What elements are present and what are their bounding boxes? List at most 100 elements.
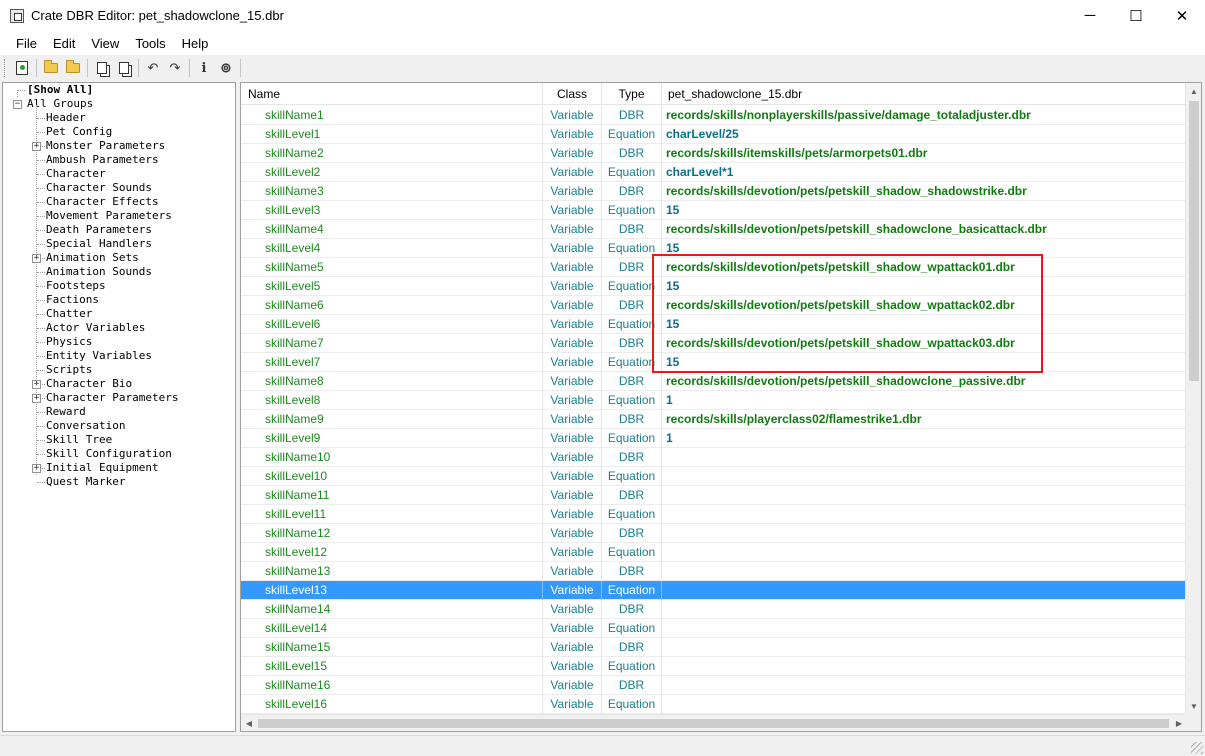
- tree-item[interactable]: Scripts: [46, 363, 92, 377]
- cell-value[interactable]: [662, 524, 1187, 543]
- cell-value[interactable]: records/skills/playerclass02/flamestrike…: [662, 410, 1187, 429]
- cell-value[interactable]: 15: [662, 353, 1187, 372]
- menu-help[interactable]: Help: [174, 33, 217, 54]
- cell-value[interactable]: records/skills/devotion/pets/petskill_sh…: [662, 296, 1187, 315]
- table-row[interactable]: skillLevel16 Variable Equation: [241, 695, 1187, 714]
- table-row[interactable]: skillLevel7 Variable Equation 15: [241, 353, 1187, 372]
- tree-item[interactable]: Character Effects: [46, 195, 159, 209]
- table-row[interactable]: skillLevel10 Variable Equation: [241, 467, 1187, 486]
- table-row[interactable]: skillLevel13 Variable Equation: [241, 581, 1187, 600]
- tree-item[interactable]: Footsteps: [46, 279, 106, 293]
- cell-value[interactable]: [662, 600, 1187, 619]
- table-row[interactable]: skillName9 Variable DBR records/skills/play…: [241, 410, 1187, 429]
- table-row[interactable]: skillLevel3 Variable Equation 15: [241, 201, 1187, 220]
- property-grid[interactable]: Name Class Type pet_shadowclone_15.dbr s…: [240, 82, 1202, 732]
- tree-item[interactable]: Character Sounds: [46, 181, 152, 195]
- scroll-down-icon[interactable]: ▼: [1186, 698, 1201, 715]
- tree-item[interactable]: Character: [46, 167, 106, 181]
- table-row[interactable]: skillLevel12 Variable Equation: [241, 543, 1187, 562]
- cell-value[interactable]: charLevel/25: [662, 125, 1187, 144]
- cell-value[interactable]: [662, 676, 1187, 695]
- cell-value[interactable]: records/skills/itemskills/pets/armorpets…: [662, 144, 1187, 163]
- tree-item[interactable]: Conversation: [46, 419, 125, 433]
- menu-file[interactable]: File: [8, 33, 45, 54]
- table-row[interactable]: skillName4 Variable DBR records/skills/devo…: [241, 220, 1187, 239]
- table-row[interactable]: skillName12 Variable DBR: [241, 524, 1187, 543]
- cell-value[interactable]: 15: [662, 201, 1187, 220]
- cell-value[interactable]: records/skills/devotion/pets/petskill_sh…: [662, 182, 1187, 201]
- tree-item[interactable]: Skill Tree: [46, 433, 112, 447]
- cell-value[interactable]: [662, 467, 1187, 486]
- cell-value[interactable]: [662, 562, 1187, 581]
- info-button[interactable]: i: [193, 58, 215, 78]
- table-row[interactable]: skillName3 Variable DBR records/skills/devo…: [241, 182, 1187, 201]
- tree-item[interactable]: Entity Variables: [46, 349, 152, 363]
- tree-item[interactable]: Quest Marker: [46, 475, 125, 489]
- cell-value[interactable]: records/skills/devotion/pets/petskill_sh…: [662, 220, 1187, 239]
- open-record-button[interactable]: [11, 58, 33, 78]
- size-grip-icon[interactable]: [1191, 742, 1203, 754]
- cell-value[interactable]: [662, 543, 1187, 562]
- cell-value[interactable]: [662, 695, 1187, 714]
- expand-icon[interactable]: +: [32, 142, 41, 151]
- table-row[interactable]: skillLevel4 Variable Equation 15: [241, 239, 1187, 258]
- cell-value[interactable]: [662, 581, 1187, 600]
- undo-button[interactable]: ↶: [142, 58, 164, 78]
- table-row[interactable]: skillName10 Variable DBR: [241, 448, 1187, 467]
- maximize-button[interactable]: ☐: [1113, 0, 1159, 31]
- cell-value[interactable]: records/skills/devotion/pets/petskill_sh…: [662, 258, 1187, 277]
- tree-item[interactable]: Initial Equipment: [46, 461, 159, 475]
- table-row[interactable]: skillName6 Variable DBR records/skills/devo…: [241, 296, 1187, 315]
- tree-item[interactable]: Character Bio: [46, 377, 132, 391]
- tree-item[interactable]: Skill Configuration: [46, 447, 172, 461]
- table-row[interactable]: skillLevel1 Variable Equation charLevel/25: [241, 125, 1187, 144]
- table-row[interactable]: skillName15 Variable DBR: [241, 638, 1187, 657]
- column-header-type[interactable]: Type: [602, 83, 662, 105]
- paste-button[interactable]: [113, 58, 135, 78]
- table-row[interactable]: skillLevel5 Variable Equation 15: [241, 277, 1187, 296]
- cell-value[interactable]: [662, 486, 1187, 505]
- find-button[interactable]: ⊚: [215, 58, 237, 78]
- table-row[interactable]: skillName14 Variable DBR: [241, 600, 1187, 619]
- table-row[interactable]: skillLevel6 Variable Equation 15: [241, 315, 1187, 334]
- tree-item[interactable]: Header: [46, 111, 86, 125]
- cell-value[interactable]: records/skills/devotion/pets/petskill_sh…: [662, 372, 1187, 391]
- table-row[interactable]: skillName2 Variable DBR records/skills/item…: [241, 144, 1187, 163]
- table-row[interactable]: skillLevel14 Variable Equation: [241, 619, 1187, 638]
- expand-icon[interactable]: +: [32, 380, 41, 389]
- menu-tools[interactable]: Tools: [127, 33, 173, 54]
- tree-item[interactable]: Character Parameters: [46, 391, 178, 405]
- tree-item[interactable]: Animation Sounds: [46, 265, 152, 279]
- cell-value[interactable]: records/skills/nonplayerskills/passive/d…: [662, 106, 1187, 125]
- table-row[interactable]: skillName13 Variable DBR: [241, 562, 1187, 581]
- table-row[interactable]: skillName11 Variable DBR: [241, 486, 1187, 505]
- scroll-up-icon[interactable]: ▲: [1186, 83, 1201, 100]
- cell-value[interactable]: [662, 448, 1187, 467]
- menu-edit[interactable]: Edit: [45, 33, 83, 54]
- horizontal-scrollbar[interactable]: ◀ ▶: [241, 714, 1187, 731]
- table-row[interactable]: skillName5 Variable DBR records/skills/devo…: [241, 258, 1187, 277]
- cell-value[interactable]: 15: [662, 239, 1187, 258]
- cell-value[interactable]: 15: [662, 277, 1187, 296]
- tree-item[interactable]: Special Handlers: [46, 237, 152, 251]
- open-folder-button[interactable]: [40, 58, 62, 78]
- table-row[interactable]: skillLevel8 Variable Equation 1: [241, 391, 1187, 410]
- vertical-scroll-thumb[interactable]: [1189, 101, 1199, 381]
- expand-icon[interactable]: +: [32, 394, 41, 403]
- horizontal-scroll-thumb[interactable]: [258, 719, 1169, 728]
- tree-item[interactable]: Movement Parameters: [46, 209, 172, 223]
- scroll-left-icon[interactable]: ◀: [241, 715, 257, 731]
- table-row[interactable]: skillName16 Variable DBR: [241, 676, 1187, 695]
- menu-view[interactable]: View: [83, 33, 127, 54]
- cell-value[interactable]: [662, 638, 1187, 657]
- expand-icon[interactable]: +: [32, 254, 41, 263]
- vertical-scrollbar[interactable]: ▲ ▼: [1185, 83, 1201, 715]
- table-row[interactable]: skillLevel9 Variable Equation 1: [241, 429, 1187, 448]
- cell-value[interactable]: 1: [662, 391, 1187, 410]
- tree-item[interactable]: Ambush Parameters: [46, 153, 159, 167]
- cell-value[interactable]: records/skills/devotion/pets/petskill_sh…: [662, 334, 1187, 353]
- cell-value[interactable]: [662, 619, 1187, 638]
- tree-item[interactable]: Pet Config: [46, 125, 112, 139]
- tree-show-all[interactable]: [Show All]: [27, 83, 93, 97]
- table-row[interactable]: skillLevel11 Variable Equation: [241, 505, 1187, 524]
